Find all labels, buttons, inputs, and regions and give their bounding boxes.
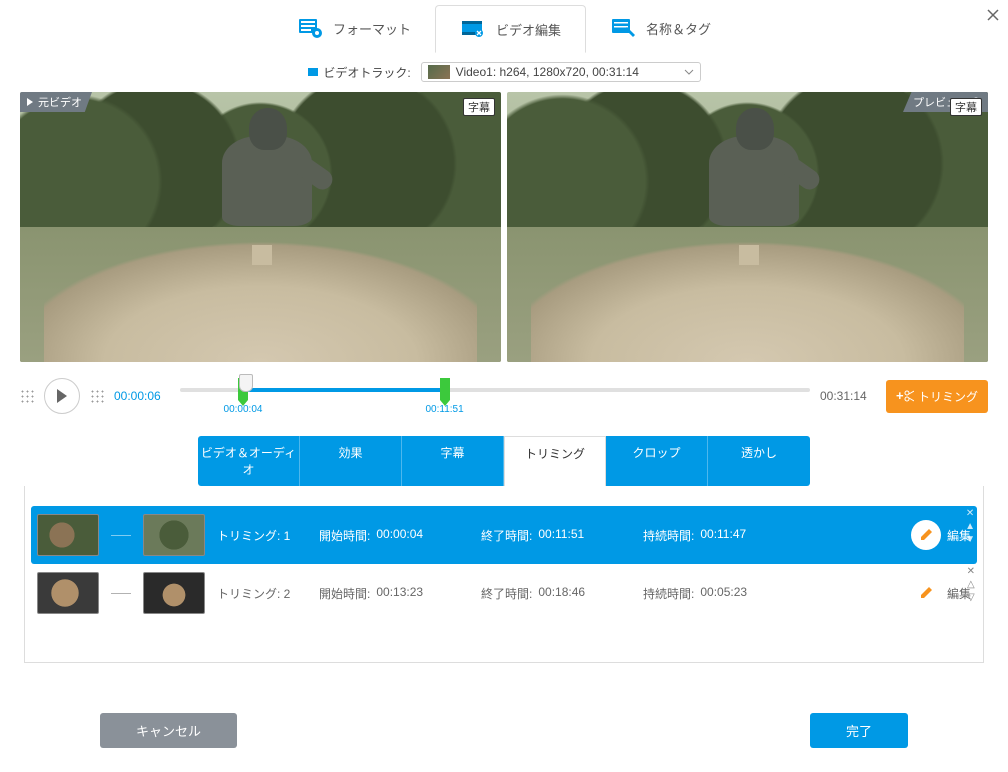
playhead[interactable] (239, 374, 253, 392)
trim-end: 終了時間:00:18:46 (481, 585, 631, 602)
row-delete-icon[interactable]: ✕ (967, 566, 975, 577)
trim-row[interactable]: トリミング: 1 開始時間:00:00:04 終了時間:00:11:51 持続時… (31, 506, 977, 564)
grip-icon[interactable] (20, 389, 34, 403)
row-controls: ✕ △ ▽ (967, 566, 975, 603)
trim-end: 終了時間:00:11:51 (481, 527, 631, 544)
play-icon (56, 389, 68, 403)
top-tab-bar: フォーマット ビデオ編集 名称＆タグ (0, 0, 1008, 56)
track-value: Video1: h264, 1280x720, 00:31:14 (456, 65, 639, 79)
thumb-start (37, 572, 99, 614)
trim-list-panel: トリミング: 1 開始時間:00:00:04 終了時間:00:11:51 持続時… (24, 486, 984, 663)
preview-container: 元ビデオ 字幕 プレビュー 字幕 (0, 92, 1008, 362)
row-controls: ✕ ▲ ▼ (965, 508, 975, 545)
timeline-selection (243, 388, 445, 392)
thumb-end (143, 572, 205, 614)
trim-index: トリミング: 2 (217, 585, 307, 602)
pencil-icon (911, 578, 941, 608)
video-edit-icon (460, 18, 488, 40)
edit-tab-bar: ビデオ＆オーディオ 効果 字幕 トリミング クロップ 透かし (0, 418, 1008, 486)
close-icon (987, 9, 999, 21)
output-preview[interactable]: プレビュー 字幕 (507, 92, 988, 362)
play-button[interactable] (44, 378, 80, 414)
video-track-row: ビデオトラック: Video1: h264, 1280x720, 00:31:1… (0, 56, 1008, 92)
trim-row[interactable]: トリミング: 2 開始時間:00:13:23 終了時間:00:18:46 持続時… (31, 564, 977, 622)
window-close-button[interactable] (978, 0, 1008, 30)
row-down-icon[interactable]: ▽ (967, 592, 975, 603)
edit-tab-subtitle[interactable]: 字幕 (402, 436, 504, 486)
video-frame (507, 92, 988, 362)
edit-trim-button[interactable]: 編集 (911, 578, 971, 608)
track-label-text: ビデオトラック: (323, 64, 410, 81)
chevron-down-icon (684, 69, 694, 75)
tab-format[interactable]: フォーマット (273, 5, 435, 51)
track-thumb (428, 65, 450, 79)
thumb-separator (111, 593, 131, 594)
thumb-separator (111, 535, 131, 536)
timeline: 00:00:06 00:00:04 00:11:51 00:31:14 + トリ… (0, 362, 1008, 418)
edit-tab-video-audio[interactable]: ビデオ＆オーディオ (198, 436, 300, 486)
row-down-icon[interactable]: ▼ (965, 534, 975, 545)
edit-tab-crop[interactable]: クロップ (606, 436, 708, 486)
add-trim-button[interactable]: + トリミング (886, 380, 988, 413)
bottom-bar: キャンセル 完了 (0, 695, 1008, 772)
trim-index: トリミング: 1 (217, 527, 307, 544)
timeline-current-time: 00:00:06 (114, 389, 170, 403)
pencil-icon (911, 520, 941, 550)
source-label-text: 元ビデオ (38, 94, 82, 110)
subtitle-badge: 字幕 (950, 98, 982, 116)
timeline-track[interactable]: 00:00:04 00:11:51 (180, 382, 810, 410)
row-up-icon[interactable]: △ (967, 579, 975, 590)
svg-text:+: + (896, 389, 904, 403)
subtitle-badge: 字幕 (463, 98, 495, 116)
mark-start: 00:00:04 (224, 404, 263, 415)
source-label: 元ビデオ (20, 92, 92, 112)
row-up-icon[interactable]: ▲ (965, 521, 975, 532)
trim-end-handle[interactable] (440, 378, 450, 400)
format-icon (297, 17, 325, 39)
timeline-duration: 00:31:14 (820, 389, 876, 403)
trim-start: 開始時間:00:00:04 (319, 527, 469, 544)
play-icon (26, 98, 34, 106)
tab-label: ビデオ編集 (496, 20, 561, 39)
edit-trim-button[interactable]: 編集 (911, 520, 971, 550)
video-track-select[interactable]: Video1: h264, 1280x720, 00:31:14 (421, 62, 701, 82)
trim-start: 開始時間:00:13:23 (319, 585, 469, 602)
thumb-end (143, 514, 205, 556)
tab-video-edit[interactable]: ビデオ編集 (435, 5, 586, 53)
grip-icon[interactable] (90, 389, 104, 403)
video-track-label: ビデオトラック: (307, 64, 410, 81)
tab-label: フォーマット (333, 19, 411, 38)
video-frame (20, 92, 501, 362)
tab-name-tag[interactable]: 名称＆タグ (586, 5, 735, 51)
track-icon (307, 66, 319, 78)
scissors-plus-icon: + (896, 389, 914, 403)
trim-duration: 持続時間:00:11:47 (643, 527, 793, 544)
source-preview[interactable]: 元ビデオ 字幕 (20, 92, 501, 362)
cancel-button[interactable]: キャンセル (100, 713, 237, 748)
row-delete-icon[interactable]: ✕ (966, 508, 974, 519)
trim-duration: 持続時間:00:05:23 (643, 585, 793, 602)
mark-end: 00:11:51 (425, 404, 463, 415)
name-tag-icon (610, 17, 638, 39)
trim-button-label: トリミング (918, 388, 978, 405)
done-button[interactable]: 完了 (810, 713, 908, 748)
tab-label: 名称＆タグ (646, 19, 711, 38)
thumb-start (37, 514, 99, 556)
edit-tab-effect[interactable]: 効果 (300, 436, 402, 486)
edit-tab-watermark[interactable]: 透かし (708, 436, 810, 486)
edit-tab-trimming[interactable]: トリミング (504, 436, 606, 486)
